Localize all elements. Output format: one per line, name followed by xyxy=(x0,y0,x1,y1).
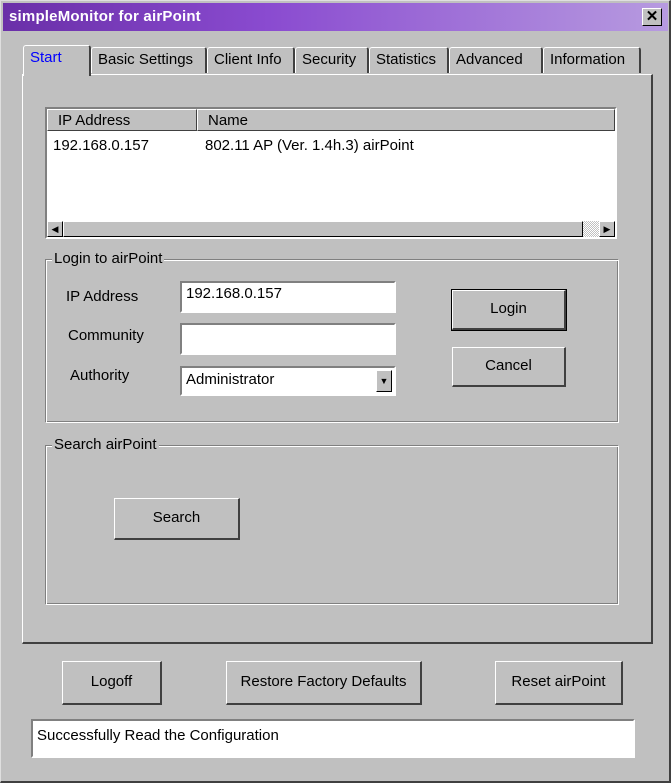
tab-label: Information xyxy=(550,51,626,68)
tab-panel-start: IP Address Name 192.168.0.157 802.11 AP … xyxy=(22,74,653,644)
column-header-name[interactable]: Name xyxy=(197,109,615,131)
community-label: Community xyxy=(68,327,144,344)
column-header-ip[interactable]: IP Address xyxy=(47,109,197,131)
scroll-right-icon[interactable]: ▶ xyxy=(599,221,615,237)
search-group: Search airPoint Search xyxy=(45,436,619,605)
row-ip: 192.168.0.157 xyxy=(53,137,149,154)
tab-label: Client Info xyxy=(214,51,282,68)
tab-basic-settings[interactable]: Basic Settings xyxy=(91,47,207,73)
login-group: Login to airPoint IP Address 192.168.0.1… xyxy=(45,250,619,423)
community-field[interactable] xyxy=(180,323,396,355)
restore-factory-defaults-button[interactable]: Restore Factory Defaults xyxy=(226,661,422,705)
login-group-label: Login to airPoint xyxy=(52,250,165,267)
tab-start[interactable]: Start xyxy=(23,45,91,76)
search-group-label: Search airPoint xyxy=(52,436,159,453)
window-title: simpleMonitor for airPoint xyxy=(9,8,201,25)
close-icon[interactable]: ✕ xyxy=(642,8,662,26)
ip-address-label: IP Address xyxy=(66,288,139,305)
tab-statistics[interactable]: Statistics xyxy=(369,47,449,73)
reset-airpoint-button[interactable]: Reset airPoint xyxy=(495,661,623,705)
horizontal-scrollbar[interactable]: ◀ ▶ xyxy=(47,221,615,237)
tab-label: Advanced xyxy=(456,51,523,68)
tab-label: Statistics xyxy=(376,51,437,68)
main-window: simpleMonitor for airPoint ✕ Start Basic… xyxy=(0,0,671,783)
logoff-button[interactable]: Logoff xyxy=(62,661,162,705)
tab-information[interactable]: Information xyxy=(543,47,641,73)
device-list[interactable]: IP Address Name 192.168.0.157 802.11 AP … xyxy=(45,107,617,239)
tab-security[interactable]: Security xyxy=(295,47,369,73)
scroll-thumb[interactable] xyxy=(63,221,583,237)
row-name: 802.11 AP (Ver. 1.4h.3) airPoint xyxy=(205,137,414,154)
title-bar[interactable]: simpleMonitor for airPoint ✕ xyxy=(3,3,668,31)
chevron-down-icon[interactable]: ▼ xyxy=(376,370,392,392)
authority-select[interactable]: Administrator ▼ xyxy=(180,366,396,396)
tab-advanced[interactable]: Advanced xyxy=(449,47,543,73)
tab-label: Basic Settings xyxy=(98,51,194,68)
authority-value: Administrator xyxy=(186,371,275,388)
tab-client-info[interactable]: Client Info xyxy=(207,47,295,73)
list-item[interactable]: 192.168.0.157 802.11 AP (Ver. 1.4h.3) ai… xyxy=(47,135,615,155)
login-button[interactable]: Login xyxy=(451,289,567,331)
scroll-left-icon[interactable]: ◀ xyxy=(47,221,63,237)
ip-address-field[interactable]: 192.168.0.157 xyxy=(180,281,396,313)
list-header: IP Address Name xyxy=(47,109,615,131)
tab-label: Security xyxy=(302,51,357,68)
authority-label: Authority xyxy=(70,367,130,384)
tab-label: Start xyxy=(30,49,62,66)
search-button[interactable]: Search xyxy=(114,498,240,540)
cancel-button[interactable]: Cancel xyxy=(452,347,566,387)
status-bar: Successfully Read the Configuration xyxy=(31,719,635,758)
